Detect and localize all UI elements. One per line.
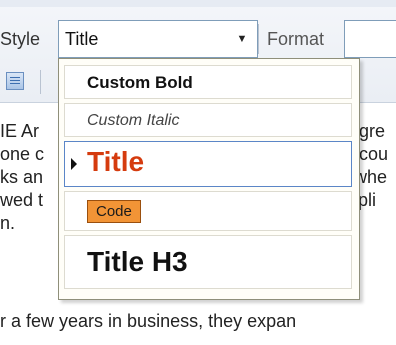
style-option-label: Code [87,200,141,223]
doc-text-fragment: ks an [0,167,44,187]
style-select[interactable]: Title ▼ [58,20,258,58]
style-option-label: Custom Bold [87,73,193,92]
style-option-code[interactable]: Code [64,191,352,231]
style-option-custom-bold[interactable]: Custom Bold [64,65,352,99]
format-select[interactable] [344,20,396,58]
style-option-label: Custom Italic [87,112,180,129]
toolbar-separator [40,70,41,94]
doc-text-fragment: n. [0,213,16,233]
style-option-title[interactable]: Title [64,141,352,187]
style-option-title-h3[interactable]: Title H3 [64,235,352,289]
format-label: Format [267,29,325,49]
triangle-right-icon [71,158,77,170]
triangle-down-icon[interactable]: ▼ [229,23,255,55]
toolbar-separator [258,24,259,54]
doc-text-fragment: wed t [0,190,44,210]
doc-text-fragment: one c [0,144,45,164]
style-label: Style [0,29,41,49]
style-option-custom-italic[interactable]: Custom Italic [64,103,352,137]
style-option-label: Title [87,146,145,177]
style-select-value: Title [65,29,99,49]
page-view-icon[interactable] [6,72,24,90]
style-dropdown-menu: Custom Bold Custom Italic Title Code Tit… [58,58,360,300]
style-option-label: Title H3 [87,246,188,277]
toolbar-top-border [0,0,396,7]
doc-text-fragment: IE Ar [0,121,40,141]
doc-text-line: r a few years in business, they expan [0,311,297,331]
